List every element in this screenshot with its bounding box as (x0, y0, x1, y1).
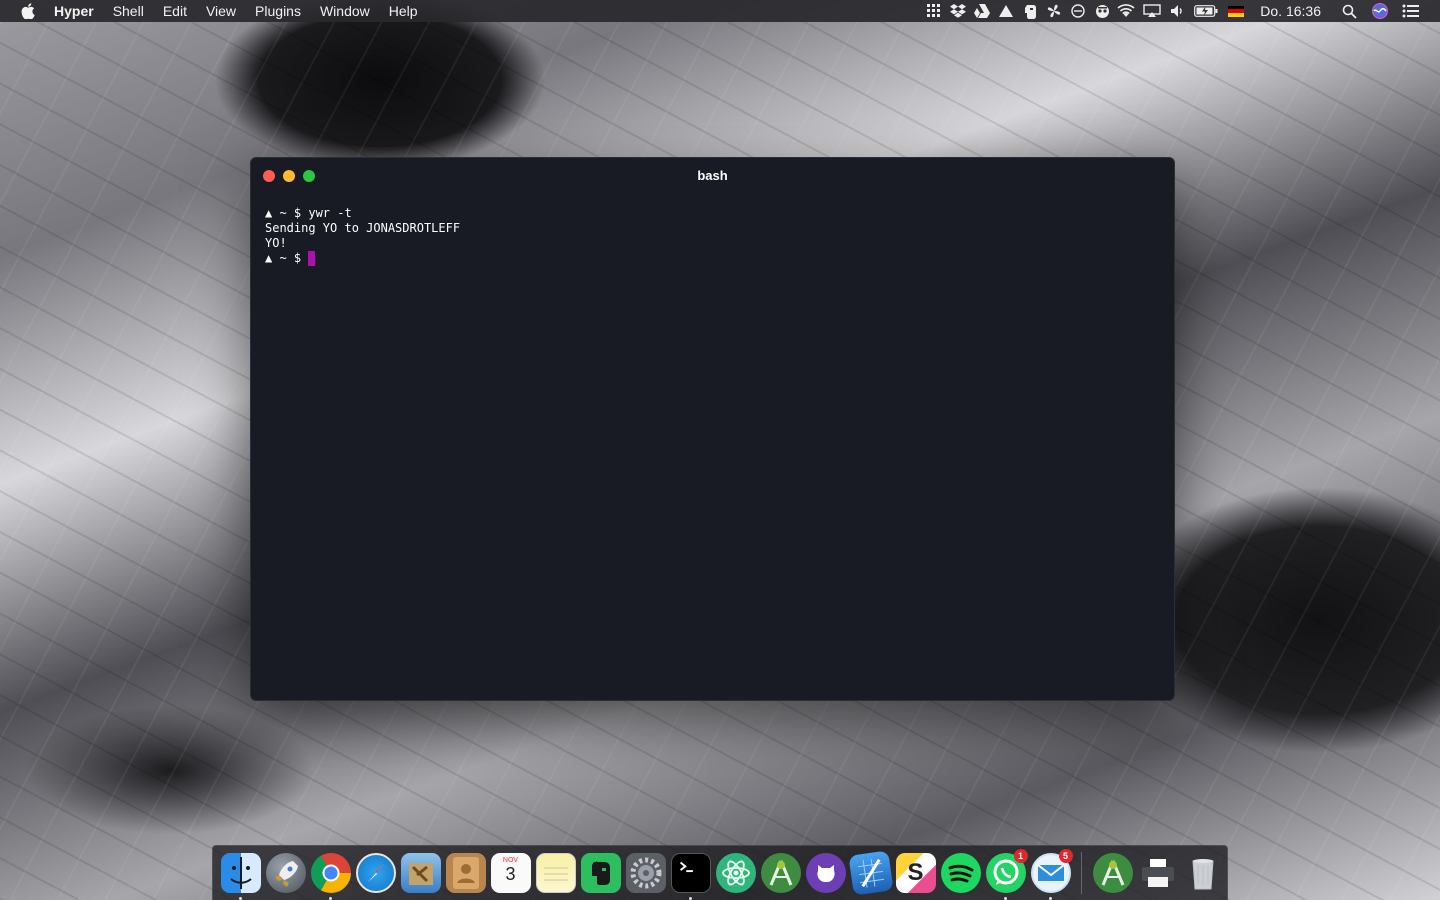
dropbox-icon[interactable] (949, 3, 967, 19)
menu-clock[interactable]: Do. 16:36 (1260, 3, 1321, 19)
dock-app-launchpad[interactable] (265, 853, 306, 893)
system-preferences-icon (625, 853, 666, 893)
dock-app-github[interactable] (805, 853, 846, 893)
dock: NOV 3 S 1 5 (212, 845, 1228, 900)
xcode-icon (847, 850, 894, 896)
siri-icon[interactable] (1371, 3, 1389, 19)
terminal-line: ▲ ~ $ ywr -t (265, 206, 352, 220)
airplay-icon[interactable] (1141, 3, 1163, 19)
android-studio-icon (760, 853, 801, 893)
evernote-icon[interactable] (1021, 3, 1039, 19)
atom-icon (715, 853, 756, 893)
dock-app-contacts[interactable] (445, 853, 486, 893)
finder-icon (220, 853, 261, 893)
menu-shell[interactable]: Shell (113, 0, 144, 22)
menu-help[interactable]: Help (389, 0, 418, 22)
dock-app-finder[interactable] (220, 853, 261, 900)
mail-icon (400, 853, 441, 893)
calendar-month: NOV (502, 857, 519, 864)
fan-icon[interactable] (1045, 3, 1063, 19)
dock-app-android-studio[interactable] (760, 853, 801, 893)
trash-icon (1183, 853, 1223, 893)
safari-icon (355, 853, 396, 893)
menu-plugins[interactable]: Plugins (255, 0, 301, 22)
spotlight-icon[interactable] (1340, 3, 1358, 19)
dock-app-calendar[interactable]: NOV 3 (490, 853, 531, 893)
terminal-prompt: ▲ ~ $ (265, 251, 309, 265)
menu-bar: Hyper Shell Edit View Plugins Window Hel… (0, 0, 1440, 22)
menu-view[interactable]: View (206, 0, 236, 22)
menu-window[interactable]: Window (320, 0, 370, 22)
menu-app-hyper[interactable]: Hyper (54, 0, 94, 22)
spy-icon[interactable] (1093, 3, 1111, 19)
vercel-icon[interactable] (997, 3, 1015, 19)
dock-app-evernote[interactable] (580, 853, 621, 893)
window-titlebar[interactable]: bash (251, 158, 1174, 194)
terminal-prompt-line[interactable]: ▲ ~ $ (265, 251, 1160, 266)
terminal-cursor (308, 251, 316, 266)
dock-app-spotify[interactable] (940, 853, 981, 893)
dock-trash[interactable] (1183, 853, 1223, 893)
calendar-day: 3 (505, 864, 516, 884)
menu-edit[interactable]: Edit (163, 0, 187, 22)
dock-app-safari[interactable] (355, 853, 396, 893)
contacts-icon (445, 853, 486, 893)
github-desktop-icon (805, 853, 846, 893)
sketch-icon: S (895, 853, 936, 893)
german-flag-icon[interactable] (1228, 5, 1245, 17)
status-area: Do. 16:36 (922, 0, 1440, 22)
wifi-icon[interactable] (1117, 3, 1135, 19)
dock-app-sketch[interactable]: S (895, 853, 936, 893)
dock-divider (1081, 852, 1082, 894)
dock-app-xcode[interactable] (847, 850, 894, 896)
dock-app-chrome[interactable] (310, 853, 351, 900)
dock-app-notes[interactable] (535, 853, 576, 893)
notes-icon (535, 853, 576, 893)
timemachine-icon[interactable] (1069, 3, 1087, 19)
volume-icon[interactable] (1169, 3, 1187, 19)
printer-icon (1138, 853, 1178, 893)
evernote-icon (580, 853, 621, 893)
dock-app-atom[interactable] (715, 853, 756, 893)
drive-icon[interactable] (973, 3, 991, 19)
notification-center-icon[interactable] (1402, 3, 1420, 19)
dock-printer[interactable] (1138, 853, 1178, 893)
spotify-icon (940, 853, 981, 893)
grid-icon[interactable] (925, 3, 943, 19)
hyper-terminal-window[interactable]: bash ▲ ~ $ ywr -t Sending YO to JONASDRO… (250, 157, 1175, 701)
dock-app-mail[interactable] (400, 853, 441, 893)
apple-icon[interactable] (20, 3, 36, 19)
notification-badge: 5 (1058, 849, 1073, 863)
dock-app-android-studio-2[interactable] (1092, 853, 1133, 893)
terminal-line: Sending YO to JONASDROTLEFF (265, 221, 461, 235)
chrome-icon (310, 853, 351, 893)
dock-app-whatsapp[interactable]: 1 (985, 849, 1028, 900)
dock-app-system-preferences[interactable] (625, 853, 666, 893)
terminal-line: YO! (265, 236, 287, 250)
dock-app-airmail[interactable]: 5 (1030, 849, 1073, 900)
calendar-icon: NOV 3 (490, 853, 531, 893)
terminal-output[interactable]: ▲ ~ $ ywr -t Sending YO to JONASDROTLEFF… (251, 194, 1174, 278)
dock-app-hyper[interactable] (670, 853, 711, 900)
window-title: bash (697, 168, 728, 183)
hyper-terminal-icon (670, 853, 711, 893)
notification-badge: 1 (1013, 849, 1028, 863)
launchpad-icon (265, 853, 306, 893)
android-studio-icon (1092, 853, 1133, 893)
battery-charging-icon[interactable] (1193, 3, 1219, 19)
